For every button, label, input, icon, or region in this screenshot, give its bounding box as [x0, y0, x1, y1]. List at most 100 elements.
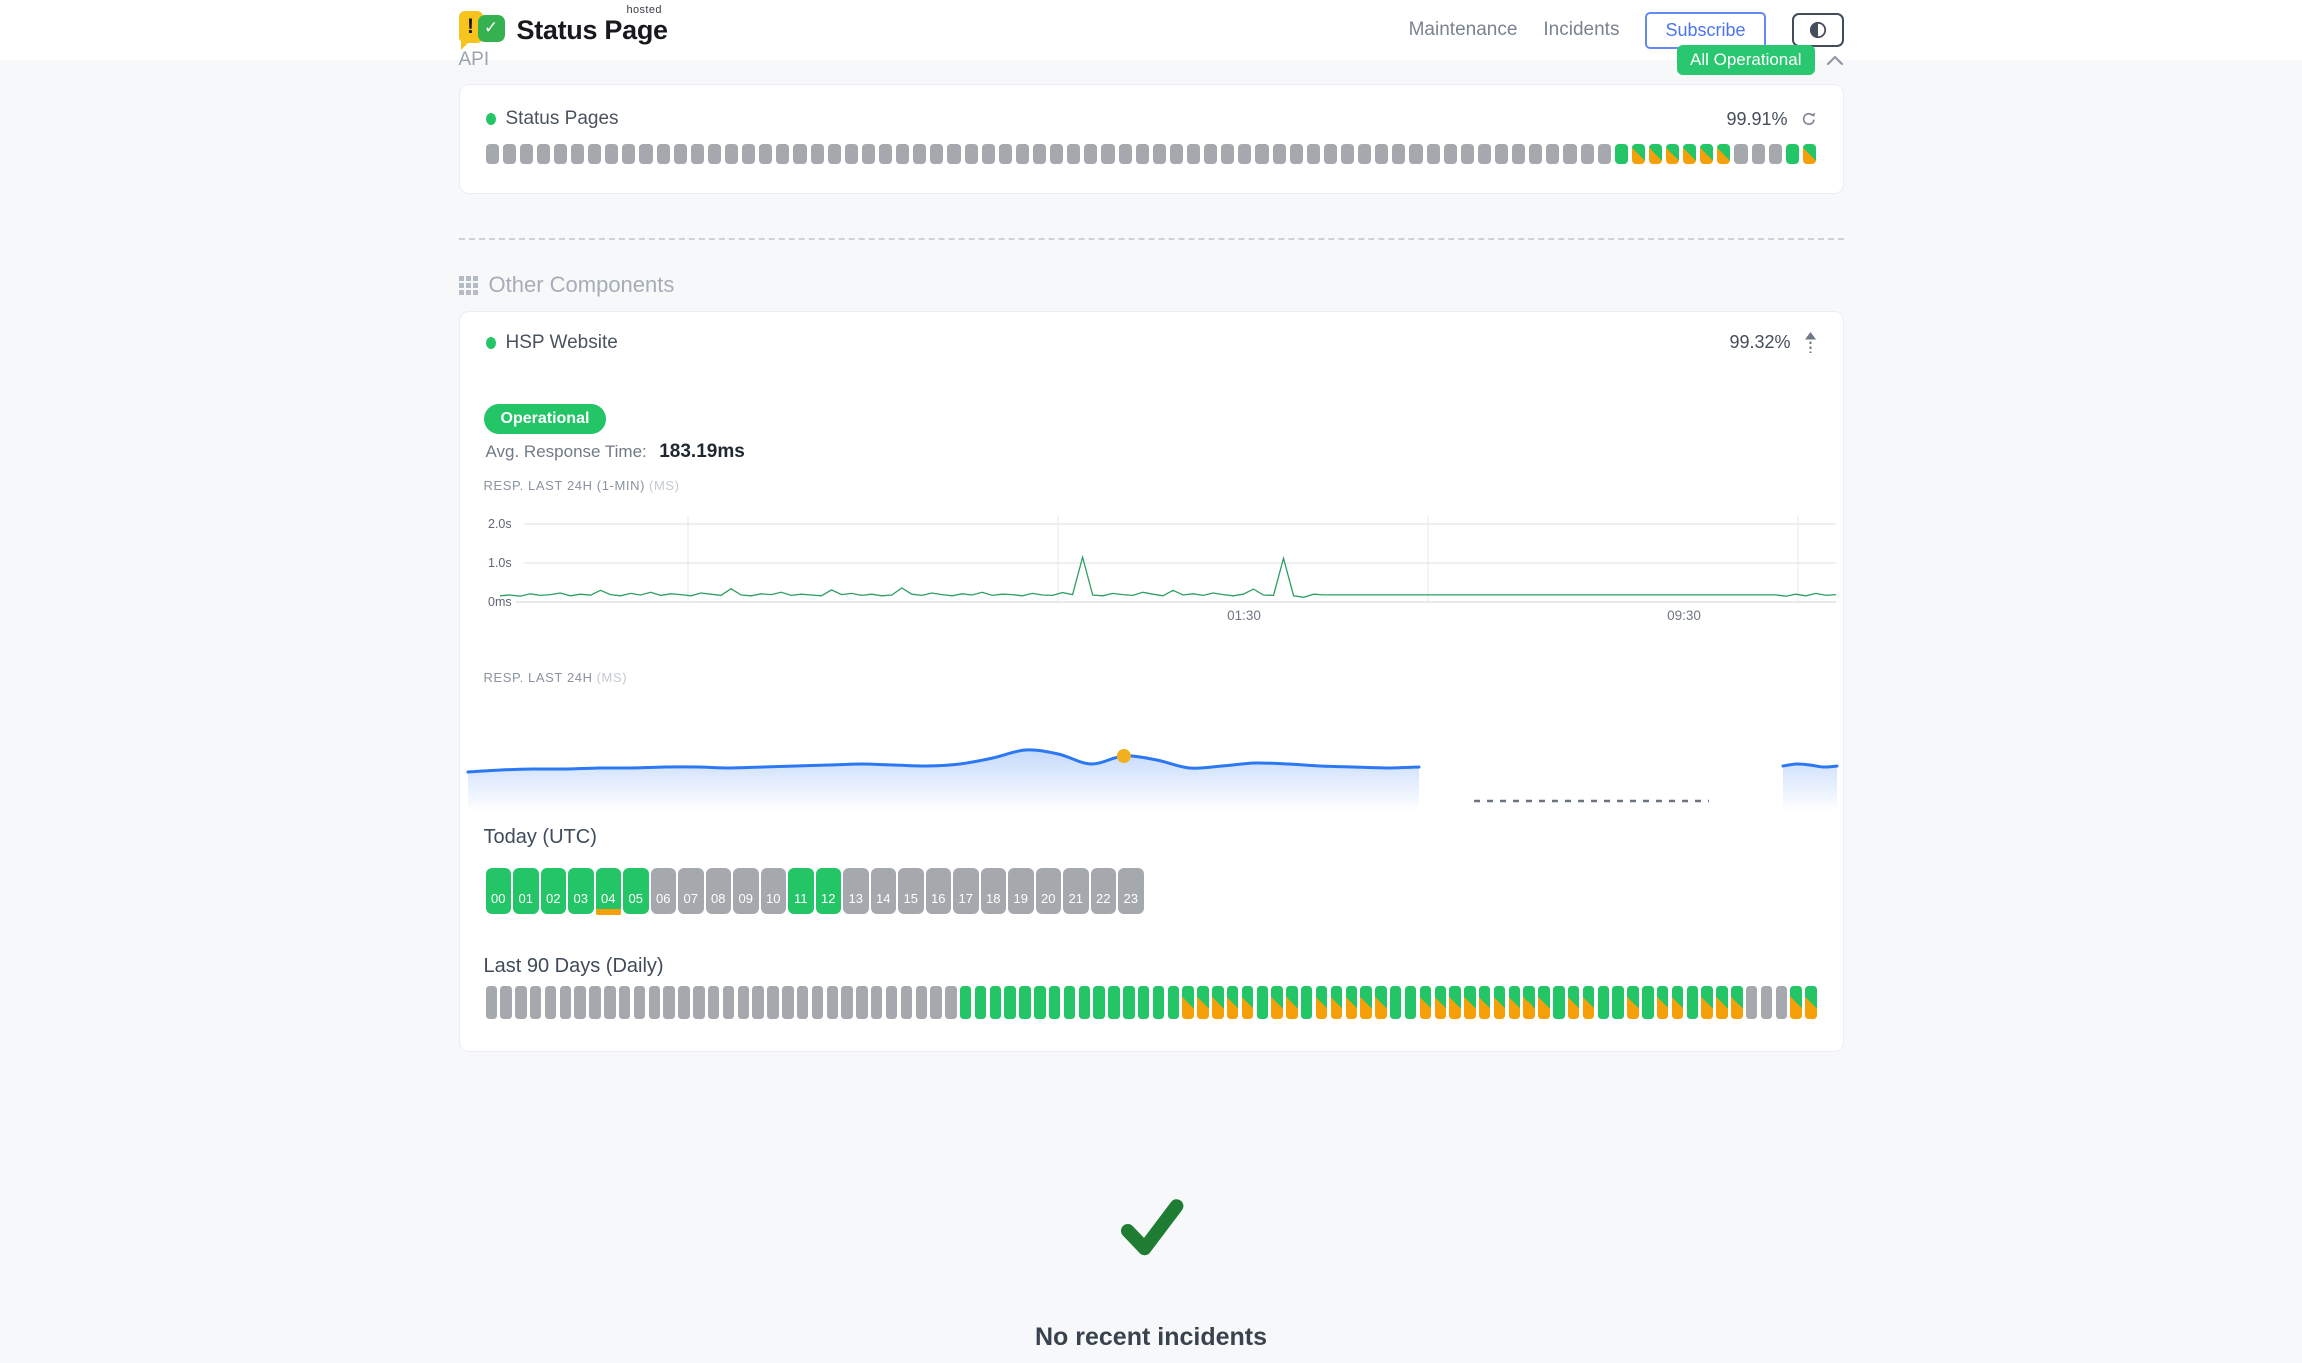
uptime-segment[interactable]: [1563, 144, 1576, 164]
hour-cell-03[interactable]: 03: [568, 868, 594, 914]
uptime-segment[interactable]: [486, 144, 499, 164]
daily-uptime-segment[interactable]: [1301, 986, 1312, 1019]
uptime-segment[interactable]: [1769, 144, 1782, 164]
daily-uptime-segment[interactable]: [1746, 986, 1757, 1019]
uptime-segment[interactable]: [1666, 144, 1679, 164]
daily-uptime-segment[interactable]: [886, 986, 897, 1019]
daily-uptime-segment[interactable]: [1761, 986, 1772, 1019]
uptime-segment[interactable]: [999, 144, 1012, 164]
hour-cell-19[interactable]: 19: [1008, 868, 1034, 914]
daily-uptime-segment[interactable]: [619, 986, 630, 1019]
daily-uptime-segment[interactable]: [486, 986, 497, 1019]
daily-uptime-segment[interactable]: [1553, 986, 1564, 1019]
nav-incidents[interactable]: Incidents: [1543, 19, 1619, 41]
subscribe-button[interactable]: Subscribe: [1645, 12, 1765, 49]
uptime-segment[interactable]: [1238, 144, 1251, 164]
daily-uptime-segment[interactable]: [1123, 986, 1134, 1019]
uptime-segment[interactable]: [1136, 144, 1149, 164]
hour-cell-05[interactable]: 05: [623, 868, 649, 914]
daily-uptime-segment[interactable]: [1405, 986, 1416, 1019]
daily-uptime-segment[interactable]: [1657, 986, 1668, 1019]
uptime-segment[interactable]: [657, 144, 670, 164]
uptime-segment[interactable]: [588, 144, 601, 164]
uptime-segment[interactable]: [1752, 144, 1765, 164]
daily-uptime-segment[interactable]: [1805, 986, 1816, 1019]
daily-uptime-segment[interactable]: [1019, 986, 1030, 1019]
hour-cell-21[interactable]: 21: [1063, 868, 1089, 914]
daily-uptime-segment[interactable]: [1701, 986, 1712, 1019]
daily-uptime-segment[interactable]: [1375, 986, 1386, 1019]
hour-cell-07[interactable]: 07: [678, 868, 704, 914]
hour-cell-02[interactable]: 02: [541, 868, 567, 914]
daily-uptime-segment[interactable]: [1716, 986, 1727, 1019]
uptime-segment[interactable]: [1717, 144, 1730, 164]
uptime-segment[interactable]: [862, 144, 875, 164]
daily-uptime-segment[interactable]: [1004, 986, 1015, 1019]
uptime-segment[interactable]: [947, 144, 960, 164]
daily-uptime-segment[interactable]: [1168, 986, 1179, 1019]
theme-toggle-button[interactable]: [1792, 13, 1844, 47]
uptime-segment[interactable]: [520, 144, 533, 164]
daily-uptime-segment[interactable]: [1064, 986, 1075, 1019]
daily-uptime-segment[interactable]: [604, 986, 615, 1019]
daily-uptime-segment[interactable]: [782, 986, 793, 1019]
daily-uptime-segment[interactable]: [827, 986, 838, 1019]
uptime-segment[interactable]: [1512, 144, 1525, 164]
uptime-segment[interactable]: [742, 144, 755, 164]
daily-uptime-segment[interactable]: [723, 986, 734, 1019]
daily-uptime-segment[interactable]: [1479, 986, 1490, 1019]
daily-uptime-segment[interactable]: [1642, 986, 1653, 1019]
uptime-segment[interactable]: [1803, 144, 1816, 164]
uptime-segment[interactable]: [691, 144, 704, 164]
daily-uptime-segment[interactable]: [500, 986, 511, 1019]
hour-cell-14[interactable]: 14: [871, 868, 897, 914]
uptime-segment[interactable]: [845, 144, 858, 164]
uptime-segment[interactable]: [1084, 144, 1097, 164]
daily-uptime-segment[interactable]: [930, 986, 941, 1019]
daily-uptime-segment[interactable]: [1494, 986, 1505, 1019]
daily-uptime-segment[interactable]: [515, 986, 526, 1019]
hour-cell-13[interactable]: 13: [843, 868, 869, 914]
nav-maintenance[interactable]: Maintenance: [1409, 19, 1518, 41]
daily-uptime-segment[interactable]: [1672, 986, 1683, 1019]
uptime-segment[interactable]: [930, 144, 943, 164]
uptime-segment[interactable]: [1546, 144, 1559, 164]
uptime-segment[interactable]: [1581, 144, 1594, 164]
uptime-segment[interactable]: [1786, 144, 1799, 164]
chevron-up-icon[interactable]: [1826, 55, 1844, 66]
uptime-segment[interactable]: [1392, 144, 1405, 164]
uptime-segment[interactable]: [1495, 144, 1508, 164]
chart-marker-dot[interactable]: [1116, 749, 1130, 763]
daily-uptime-segment[interactable]: [708, 986, 719, 1019]
uptime-segment[interactable]: [1033, 144, 1046, 164]
daily-uptime-segment[interactable]: [752, 986, 763, 1019]
hour-cell-20[interactable]: 20: [1036, 868, 1062, 914]
daily-uptime-segment[interactable]: [1523, 986, 1534, 1019]
uptime-segment[interactable]: [1016, 144, 1029, 164]
uptime-segment[interactable]: [622, 144, 635, 164]
hour-cell-08[interactable]: 08: [706, 868, 732, 914]
hour-cell-00[interactable]: 00: [486, 868, 512, 914]
uptime-segment[interactable]: [965, 144, 978, 164]
daily-uptime-segment[interactable]: [1093, 986, 1104, 1019]
uptime-segment[interactable]: [605, 144, 618, 164]
uptime-segment[interactable]: [1358, 144, 1371, 164]
uptime-segment[interactable]: [571, 144, 584, 164]
uptime-segment[interactable]: [1290, 144, 1303, 164]
daily-uptime-segment[interactable]: [1731, 986, 1742, 1019]
hour-cell-01[interactable]: 01: [513, 868, 539, 914]
daily-uptime-segment[interactable]: [990, 986, 1001, 1019]
uptime-segment[interactable]: [828, 144, 841, 164]
daily-uptime-segment[interactable]: [693, 986, 704, 1019]
daily-uptime-segment[interactable]: [1627, 986, 1638, 1019]
daily-uptime-segment[interactable]: [1568, 986, 1579, 1019]
hour-cell-12[interactable]: 12: [816, 868, 842, 914]
daily-uptime-segment[interactable]: [1435, 986, 1446, 1019]
uptime-segment[interactable]: [982, 144, 995, 164]
daily-uptime-segment[interactable]: [530, 986, 541, 1019]
hour-cell-11[interactable]: 11: [788, 868, 814, 914]
uptime-segment[interactable]: [1170, 144, 1183, 164]
hour-cell-04[interactable]: 04: [596, 868, 622, 914]
daily-uptime-segment[interactable]: [1583, 986, 1594, 1019]
uptime-segment[interactable]: [1700, 144, 1713, 164]
